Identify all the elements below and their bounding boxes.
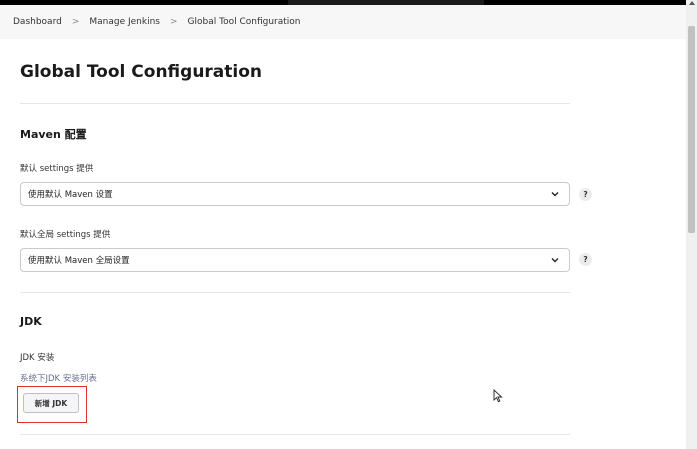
- scroll-up-icon[interactable]: [689, 1, 695, 5]
- maven-global-settings-help-icon[interactable]: ?: [579, 253, 592, 266]
- maven-global-settings-select[interactable]: 使用默认 Maven 全局设置: [20, 248, 570, 272]
- chevron-down-icon: [551, 258, 559, 263]
- divider: [20, 434, 570, 435]
- maven-settings-select[interactable]: 使用默认 Maven 设置: [20, 182, 570, 206]
- maven-settings-label: 默认 settings 提供: [20, 164, 94, 174]
- add-jdk-button[interactable]: 新增 JDK: [23, 393, 79, 413]
- maven-global-settings-label: 默认全局 settings 提供: [20, 230, 111, 240]
- scrollbar-thumb[interactable]: [688, 26, 695, 233]
- maven-settings-select-value: 使用默认 Maven 设置: [28, 190, 113, 200]
- breadcrumb: Dashboard > Manage Jenkins > Global Tool…: [13, 17, 301, 27]
- maven-global-settings-select-value: 使用默认 Maven 全局设置: [28, 256, 130, 266]
- breadcrumb-bar: Dashboard > Manage Jenkins > Global Tool…: [0, 5, 686, 39]
- breadcrumb-manage-jenkins[interactable]: Manage Jenkins: [89, 17, 160, 27]
- breadcrumb-separator: >: [71, 17, 80, 27]
- breadcrumb-dashboard[interactable]: Dashboard: [13, 17, 62, 27]
- scrollbar[interactable]: [686, 0, 697, 449]
- chevron-down-icon: [551, 192, 559, 197]
- jdk-install-label: JDK 安装: [20, 353, 55, 363]
- breadcrumb-separator: >: [170, 17, 178, 27]
- breadcrumb-global-tool-configuration[interactable]: Global Tool Configuration: [188, 17, 301, 27]
- divider: [20, 292, 570, 293]
- maven-section-title: Maven 配置: [20, 128, 87, 141]
- mouse-cursor-icon: [493, 389, 503, 403]
- divider: [20, 103, 570, 104]
- page-title: Global Tool Configuration: [20, 62, 263, 82]
- maven-settings-help-icon[interactable]: ?: [579, 188, 592, 201]
- jdk-install-list-label: 系统下JDK 安装列表: [20, 374, 97, 384]
- jdk-section-title: JDK: [20, 315, 42, 328]
